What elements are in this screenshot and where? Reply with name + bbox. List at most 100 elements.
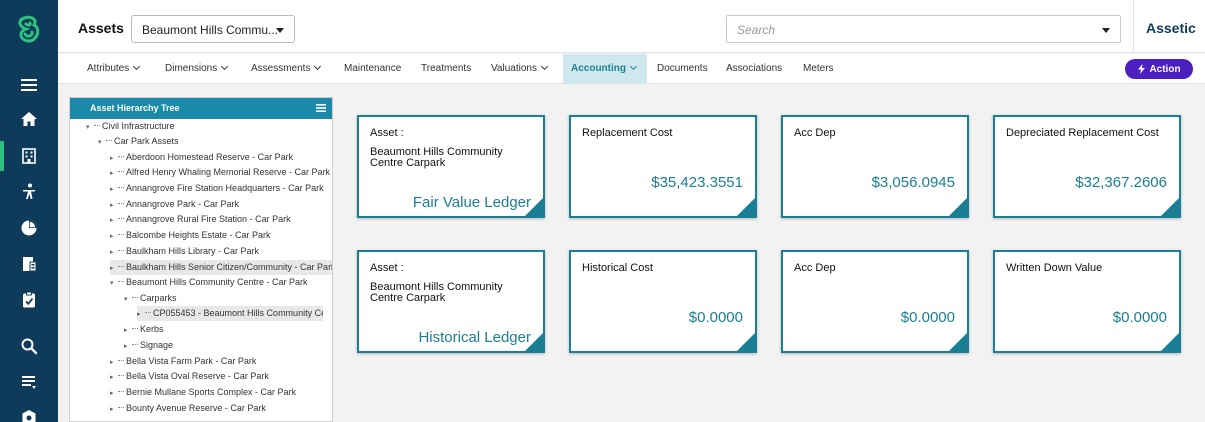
tab-treatments[interactable]: Treatments (413, 54, 479, 84)
tree-node[interactable]: ▸ Balcombe Heights Estate - Car Park (110, 228, 332, 243)
chevron-down-icon (133, 62, 141, 71)
list-icon[interactable] (0, 367, 58, 397)
tab-label: Valuations (491, 63, 537, 74)
asset-select[interactable]: Beaumont Hills Commu... (131, 15, 295, 43)
card-corner (737, 333, 755, 351)
tree-node[interactable]: ▸ Baulkham Hills Library - Car Park (110, 244, 332, 259)
tab-label: Maintenance (344, 63, 402, 74)
accessibility-icon[interactable] (0, 177, 58, 207)
tree-node[interactable]: ▸ Kerbs (124, 322, 164, 337)
tree-node[interactable]: ▾ Car Park Assets (98, 134, 179, 149)
tree-node[interactable]: ▸ Signage (124, 338, 173, 353)
header-divider (1133, 0, 1134, 53)
asset-ledger-card[interactable]: Asset : Beaumont Hills Community Centre … (357, 250, 545, 353)
tree-node[interactable]: ▾ Beaumont Hills Community Centre - Car P… (110, 275, 332, 290)
brand-name: Assetic (1146, 20, 1196, 36)
card-corner (1161, 198, 1179, 216)
tree-node[interactable]: ▸ Bounty Avenue Reserve - Car Park (110, 401, 332, 416)
module-title: Assets (78, 20, 124, 36)
tab-label: Attributes (87, 63, 130, 74)
search-placeholder: Search (737, 23, 776, 37)
tab-label: Meters (803, 63, 834, 74)
clipboard-icon[interactable] (0, 285, 58, 315)
card-label: Acc Dep (794, 127, 836, 139)
tab-attributes[interactable]: Attributes (79, 54, 147, 84)
search-input[interactable]: Search (726, 15, 1121, 43)
hamburger-icon[interactable] (316, 103, 326, 113)
asset-hierarchy-tree: Asset Hierarchy Tree ▾ Civil Infrastructu… (69, 97, 333, 422)
tab-accounting[interactable]: Accounting (563, 54, 647, 84)
tab-bar: Attributes Dimensions Assessments Mainte… (58, 54, 1205, 84)
tab-label: Documents (657, 63, 708, 74)
pie-chart-icon[interactable] (0, 213, 58, 243)
tree-node[interactable]: ▸ Baulkham Hills Senior Citizen/Community… (110, 260, 332, 275)
tree-node[interactable]: ▸ Bella Vista Oval Reserve - Car Park (110, 369, 332, 384)
chevron-down-icon (314, 62, 322, 71)
tab-label: Dimensions (165, 63, 218, 74)
depreciated-replacement-cost-card[interactable]: Depreciated Replacement Cost $32,367.260… (993, 115, 1181, 218)
card-value: $0.0000 (688, 309, 743, 326)
tab-valuations[interactable]: Valuations (483, 54, 555, 84)
replacement-cost-card[interactable]: Replacement Cost $35,423.3551 (569, 115, 757, 218)
left-rail (0, 0, 58, 422)
tree-node[interactable]: ▸ Annangrove Fire Station Headquarters - … (110, 181, 332, 196)
tree-node[interactable]: ▸ Bernie Mullane Sports Complex - Car Par… (110, 385, 332, 400)
card-label: Depreciated Replacement Cost (1006, 127, 1159, 139)
menu-icon[interactable] (0, 70, 58, 100)
asset-name: Beaumont Hills Community Centre Carpark (370, 146, 503, 169)
acc-dep-card[interactable]: Acc Dep $3,056.0945 (781, 115, 969, 218)
asset-select-value: Beaumont Hills Commu... (142, 23, 279, 37)
card-label: Historical Cost (582, 262, 653, 274)
tree-node[interactable]: ▸ Alfred Henry Whaling Memorial Reserve -… (110, 165, 332, 180)
card-corner (525, 198, 543, 216)
asset-register-icon[interactable] (0, 249, 58, 279)
card-corner (1161, 333, 1179, 351)
caret-down-icon (276, 28, 284, 33)
chevron-down-icon (629, 62, 638, 71)
top-header: Assets Beaumont Hills Commu... Search As… (58, 0, 1205, 53)
tab-dimensions[interactable]: Dimensions (157, 54, 235, 84)
card-value: $32,367.2606 (1075, 174, 1167, 191)
caret-down-icon (1102, 28, 1110, 33)
card-value: $3,056.0945 (871, 174, 955, 191)
home-icon[interactable] (0, 104, 58, 134)
ledger-name: Historical Ledger (418, 329, 531, 346)
card-corner (949, 333, 967, 351)
asset-name: Beaumont Hills Community Centre Carpark (370, 281, 503, 304)
ledger-name: Fair Value Ledger (412, 194, 531, 211)
tab-maintenance[interactable]: Maintenance (336, 54, 409, 84)
tree-node[interactable]: ▾ Carparks (124, 291, 177, 306)
search-icon[interactable] (0, 331, 58, 361)
tree-node[interactable]: ▸ Aberdoon Homestead Reserve - Car Park (110, 150, 332, 165)
card-label: Acc Dep (794, 262, 836, 274)
chevron-down-icon (221, 62, 229, 71)
card-label: Asset : (370, 262, 404, 274)
tree-node[interactable]: ▾ Civil Infrastructure (86, 119, 175, 134)
action-button[interactable]: Action (1125, 59, 1193, 79)
historical-cost-card[interactable]: Historical Cost $0.0000 (569, 250, 757, 353)
logo-icon[interactable] (0, 0, 58, 60)
settings-icon[interactable] (0, 403, 58, 422)
tree-node[interactable]: ▸ Annangrove Rural Fire Station - Car Par… (110, 212, 332, 227)
building-icon[interactable] (0, 141, 58, 171)
tab-label: Associations (726, 63, 783, 74)
card-label: Written Down Value (1006, 262, 1103, 274)
card-corner (525, 333, 543, 351)
tree-node-selected[interactable]: ▸CP055453 - Beaumont Hills Community Cen… (137, 306, 323, 321)
asset-ledger-card[interactable]: Asset : Beaumont Hills Community Centre … (357, 115, 545, 218)
card-value: $35,423.3551 (651, 174, 743, 191)
lightning-icon (1138, 64, 1146, 74)
acc-dep-card[interactable]: Acc Dep $0.0000 (781, 250, 969, 353)
written-down-value-card[interactable]: Written Down Value $0.0000 (993, 250, 1181, 353)
tab-associations[interactable]: Associations (718, 54, 790, 84)
tab-meters[interactable]: Meters (795, 54, 842, 84)
tab-label: Assessments (251, 63, 311, 74)
card-corner (737, 198, 755, 216)
tab-assessments[interactable]: Assessments (243, 54, 328, 84)
card-value: $0.0000 (900, 309, 955, 326)
tree-node[interactable]: ▸ Bella Vista Farm Park - Car Park (110, 354, 332, 369)
card-label: Asset : (370, 127, 404, 139)
tree-node[interactable]: ▸ Annangrove Park - Car Park (110, 197, 332, 212)
tab-documents[interactable]: Documents (649, 54, 716, 84)
card-corner (949, 198, 967, 216)
